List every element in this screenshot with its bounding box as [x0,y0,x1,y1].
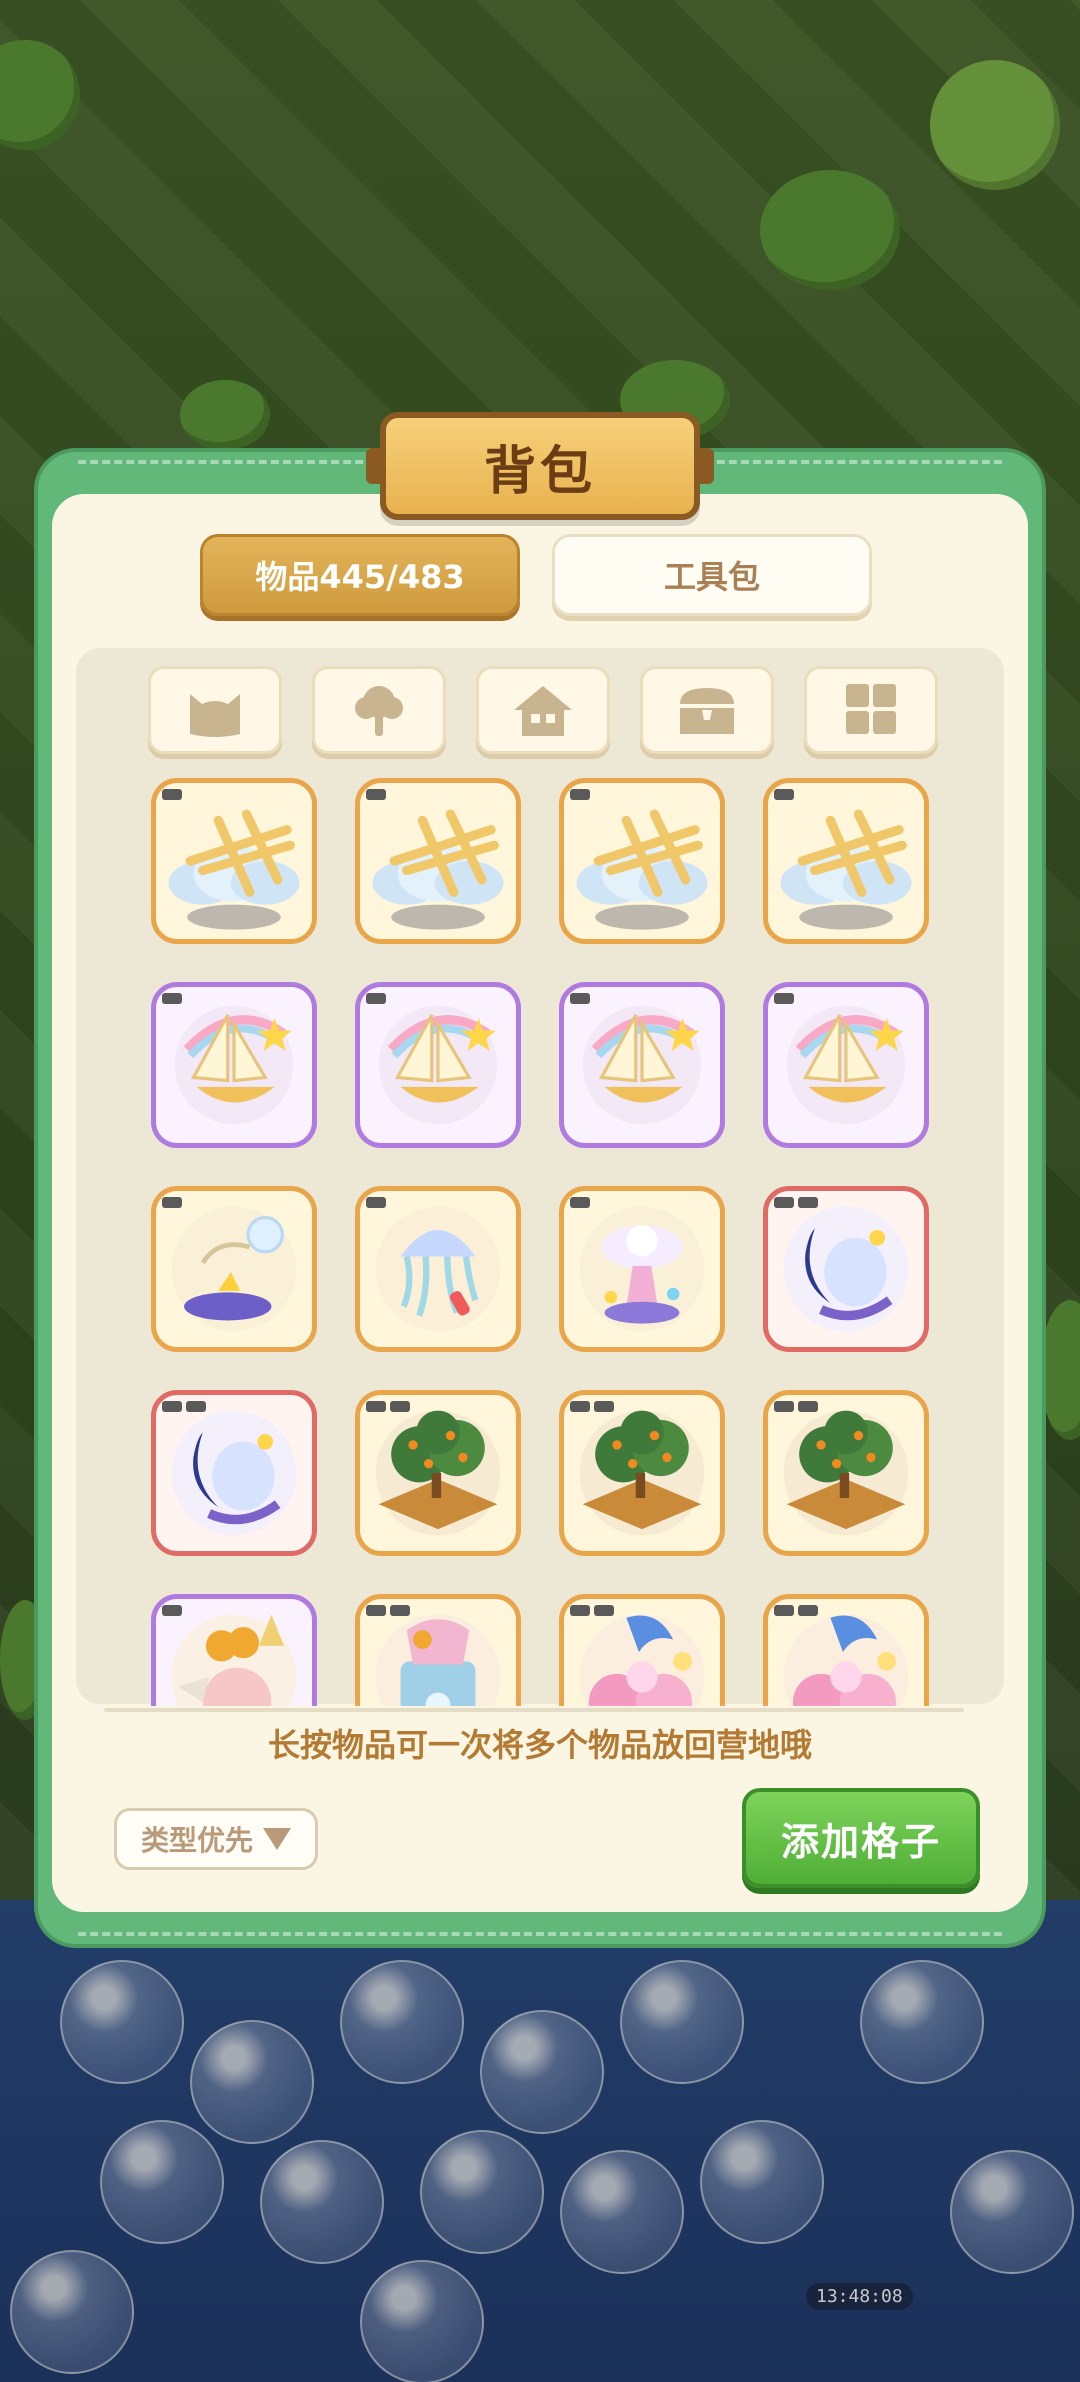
inventory-slot[interactable] [559,778,725,944]
stack-tag-icon [570,1197,590,1208]
tab-items[interactable]: 物品445/483 [200,534,520,616]
inventory-slot[interactable] [559,1390,725,1556]
stack-tag-icon [162,1401,182,1412]
moon-dream-icon [768,1191,924,1347]
cat-icon [190,694,240,737]
inventory-slot[interactable] [355,1594,521,1706]
cloud-gate-icon [360,783,516,939]
inventory-slot[interactable] [763,778,929,944]
stack-tag-icon [366,789,386,800]
cat-cloud-fountain-icon [564,1191,720,1347]
stack-tag-icon [366,1605,386,1616]
stack-tag-icon [594,1401,614,1412]
inventory-slot[interactable] [151,1594,317,1706]
orange-tree-plot-icon [768,1395,924,1551]
cloud-gate-icon [156,783,312,939]
inventory-slot[interactable] [355,982,521,1148]
panel-title-banner: 背包 [366,412,714,520]
stack-tag-icon [774,1197,794,1208]
rainbow-sailboat-icon [564,987,720,1143]
filter-pets-button[interactable] [148,666,282,754]
rainbow-sailboat-icon [768,987,924,1143]
stack-tag-icon [798,1605,818,1616]
stack-tag-icon [186,1401,206,1412]
moon-dream-icon [156,1395,312,1551]
inventory-slot[interactable] [355,1390,521,1556]
inventory-slot[interactable] [355,778,521,944]
inventory-slot[interactable] [151,778,317,944]
stack-tag-icon [390,1401,410,1412]
inventory-slot[interactable] [151,1186,317,1352]
tree-icon [355,686,403,736]
sort-label: 类型优先 [140,1824,253,1857]
stack-tag-icon [570,1401,590,1412]
stack-tag-icon [366,1401,386,1412]
cloud-gate-icon [564,783,720,939]
add-slots-button[interactable]: 添加格子 [742,1788,980,1888]
stack-tag-icon [366,1197,386,1208]
cloud-gate-icon [768,783,924,939]
filter-plants-button[interactable] [312,666,446,754]
chevron-down-icon [263,1828,291,1850]
stack-tag-icon [774,789,794,800]
stack-tag-icon [162,1197,182,1208]
grid-icon [846,684,896,734]
inventory-slot[interactable] [763,982,929,1148]
inventory-slot[interactable] [559,982,725,1148]
inventory-slot[interactable] [355,1186,521,1352]
inventory-slot[interactable] [559,1594,725,1706]
orange-tree-plot-icon [360,1395,516,1551]
filter-all-button[interactable] [804,666,938,754]
panel-title: 背包 [483,441,596,502]
stack-tag-icon [798,1197,818,1208]
stack-tag-icon [570,789,590,800]
item-grid [76,770,1004,1706]
stack-tag-icon [390,1605,410,1616]
filter-buildings-button[interactable] [476,666,610,754]
tab-toolkit[interactable]: 工具包 [552,534,872,616]
filter-chests-button[interactable] [640,666,774,754]
stack-tag-icon [366,993,386,1004]
divider [104,1708,964,1712]
bubble-puddle-icon [156,1191,312,1347]
inventory-slot[interactable] [559,1186,725,1352]
orange-tree-plot-icon [564,1395,720,1551]
stack-tag-icon [570,1605,590,1616]
inventory-slot[interactable] [763,1594,929,1706]
stack-tag-icon [774,993,794,1004]
stack-tag-icon [162,789,182,800]
stack-tag-icon [570,993,590,1004]
inventory-slot[interactable] [763,1186,929,1352]
stack-tag-icon [594,1605,614,1616]
sort-dropdown[interactable]: 类型优先 [114,1808,318,1870]
long-press-hint: 长按物品可一次将多个物品放回营地哦 [267,1726,812,1764]
stack-tag-icon [162,1605,182,1616]
rainbow-sailboat-icon [156,987,312,1143]
stack-tag-icon [774,1401,794,1412]
inventory-slot[interactable] [151,982,317,1148]
stack-tag-icon [798,1401,818,1412]
inventory-slot[interactable] [151,1390,317,1556]
house-icon [514,686,572,736]
inventory-slot[interactable] [763,1390,929,1556]
rainbow-sailboat-icon [360,987,516,1143]
stack-tag-icon [162,993,182,1004]
chest-icon [680,688,734,734]
stack-tag-icon [774,1605,794,1616]
jellyfish-lamp-icon [360,1191,516,1347]
